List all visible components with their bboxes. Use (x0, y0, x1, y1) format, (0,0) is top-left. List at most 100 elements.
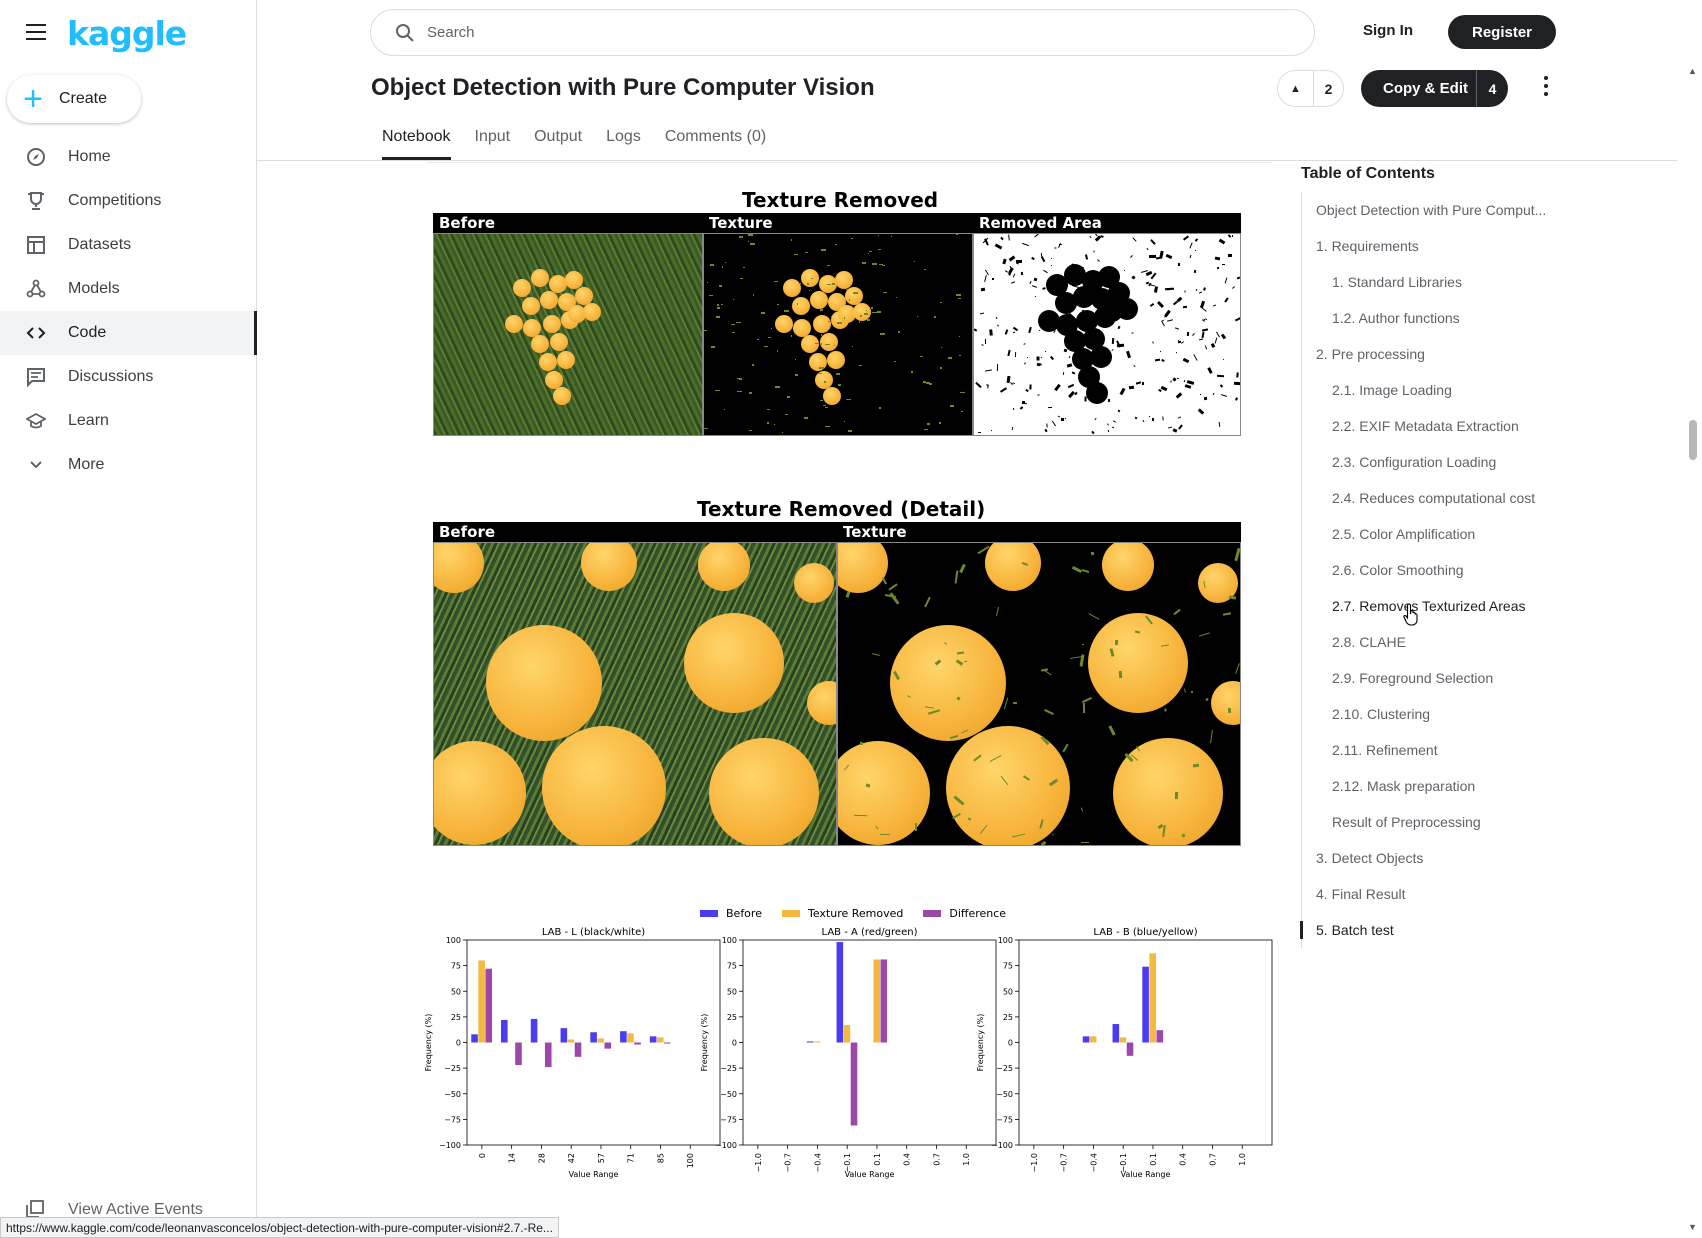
toc-item[interactable]: Result of Preprocessing (1302, 804, 1561, 840)
kaggle-logo[interactable]: kaggle (67, 14, 187, 53)
sidebar-item-models[interactable]: Models (0, 267, 257, 311)
texture-speck (880, 333, 885, 335)
create-button[interactable]: + Create (7, 75, 141, 123)
toc-item[interactable]: 2.3. Configuration Loading (1302, 444, 1561, 480)
search-input[interactable]: Search (370, 9, 1315, 56)
texture-speck (1108, 725, 1116, 736)
texture-speck (939, 422, 941, 424)
texture-speck (791, 335, 792, 337)
texture-speck (1118, 670, 1123, 679)
sidebar-item-label: Discussions (68, 368, 154, 385)
toc-item[interactable]: 2.1. Image Loading (1302, 372, 1561, 408)
texture-speck (825, 426, 830, 427)
fruit (810, 291, 828, 309)
toc-item[interactable]: 4. Final Result (1302, 876, 1561, 912)
menu-icon[interactable] (26, 24, 46, 40)
removed-speck (1015, 262, 1020, 265)
removed-speck (1224, 297, 1229, 303)
texture-speck (749, 430, 752, 431)
removed-speck (1154, 286, 1158, 293)
copy-and-edit-button[interactable]: Copy & Edit 4 (1361, 70, 1508, 107)
toc-item[interactable]: 2.11. Refinement (1302, 732, 1561, 768)
y-tick-label: 50 (451, 987, 461, 996)
removed-speck (974, 328, 978, 332)
texture-speck (795, 359, 796, 360)
bar-difference (604, 1042, 612, 1049)
sidebar-item-label: Datasets (68, 236, 132, 253)
removed-speck (1007, 349, 1011, 357)
bar-before (560, 1028, 568, 1043)
toc-item[interactable]: 2.10. Clustering (1302, 696, 1561, 732)
sidebar-item-datasets[interactable]: Datasets (0, 223, 257, 267)
x-tick-label: −0.4 (1089, 1153, 1098, 1172)
sidebar-item-code[interactable]: Code (0, 311, 257, 355)
texture-speck (845, 591, 851, 598)
toc-item[interactable]: 1.2. Author functions (1302, 300, 1561, 336)
texture-speck (1235, 663, 1240, 674)
removed-speck (1201, 328, 1209, 332)
toc-item[interactable]: 1. Requirements (1302, 228, 1561, 264)
toc-item[interactable]: 2.12. Mask preparation (1302, 768, 1561, 804)
x-tick-label: −0.7 (1060, 1153, 1069, 1172)
toc-item[interactable]: 5. Batch test (1300, 912, 1561, 948)
upvote-arrow-icon[interactable]: ▲ (1278, 71, 1314, 106)
x-tick-label: 0.4 (903, 1153, 912, 1166)
sidebar-item-learn[interactable]: Learn (0, 399, 257, 443)
removed-speck (1184, 290, 1186, 293)
toc-item[interactable]: 2.4. Reduces computational cost (1302, 480, 1561, 516)
removed-speck (1224, 277, 1228, 284)
scrollbar-thumb[interactable] (1689, 420, 1697, 460)
texture-speck (752, 364, 754, 366)
tab-notebook[interactable]: Notebook (382, 118, 451, 160)
plot-frame (742, 939, 997, 1146)
toc-item[interactable]: 2.8. CLAHE (1302, 624, 1561, 660)
sidebar-item-label: More (68, 456, 105, 473)
sidebar-item-home[interactable]: Home (0, 135, 257, 179)
texture-speck (859, 741, 864, 746)
texture-speck (958, 298, 961, 299)
removed-speck (1093, 250, 1095, 253)
sign-in-button[interactable]: Sign In (1363, 22, 1413, 39)
texture-speck (819, 367, 824, 369)
removed-speck (1004, 329, 1009, 335)
register-button[interactable]: Register (1448, 15, 1556, 49)
more-options-icon[interactable] (1540, 76, 1552, 100)
tab-input[interactable]: Input (475, 118, 511, 160)
tab-comments[interactable]: Comments (0) (665, 118, 766, 160)
toc-item[interactable]: 1. Standard Libraries (1302, 264, 1561, 300)
toc-item[interactable]: 2.9. Foreground Selection (1302, 660, 1561, 696)
toc-item[interactable]: 3. Detect Objects (1302, 840, 1561, 876)
sidebar-item-discussions[interactable]: Discussions (0, 355, 257, 399)
toc-title: Table of Contents (1301, 165, 1435, 182)
create-label: Create (59, 90, 108, 107)
toc-item[interactable]: 2.6. Color Smoothing (1302, 552, 1561, 588)
sidebar-item-more[interactable]: More (0, 443, 257, 487)
sidebar-item-competitions[interactable]: Competitions (0, 179, 257, 223)
scroll-down-arrow-icon[interactable]: ▼ (1688, 1222, 1697, 1232)
texture-speck (724, 409, 725, 410)
removed-speck (1067, 383, 1075, 389)
removed-speck (1180, 341, 1185, 344)
tab-logs[interactable]: Logs (606, 118, 641, 160)
toc-item[interactable]: 2. Pre processing (1302, 336, 1561, 372)
toc-item[interactable]: 2.2. EXIF Metadata Extraction (1302, 408, 1561, 444)
x-tick-label: 1.0 (1238, 1153, 1247, 1166)
removed-speck (1178, 424, 1183, 430)
toc-item[interactable]: 2.7. Removes Texturized Areas (1302, 588, 1561, 624)
toc-item[interactable]: 2.5. Color Amplification (1302, 516, 1561, 552)
tab-output[interactable]: Output (534, 118, 582, 160)
texture-speck (704, 428, 708, 429)
texture-speck (956, 294, 961, 296)
scroll-up-arrow-icon[interactable]: ▲ (1688, 66, 1697, 76)
fruit (486, 625, 602, 741)
removed-speck (1000, 387, 1007, 393)
removed-speck (984, 369, 993, 372)
texture-speck (1044, 708, 1054, 716)
toc-item[interactable]: Object Detection with Pure Comput... (1302, 192, 1561, 228)
y-axis-label: Frequency (%) (700, 1014, 709, 1072)
sidebar: kaggle + Create Home Competitions Datase… (0, 0, 257, 1238)
y-tick-label: 25 (1003, 1013, 1013, 1022)
fruit (522, 297, 540, 315)
texture-speck (795, 374, 798, 376)
scrollbar[interactable] (1684, 64, 1702, 1238)
